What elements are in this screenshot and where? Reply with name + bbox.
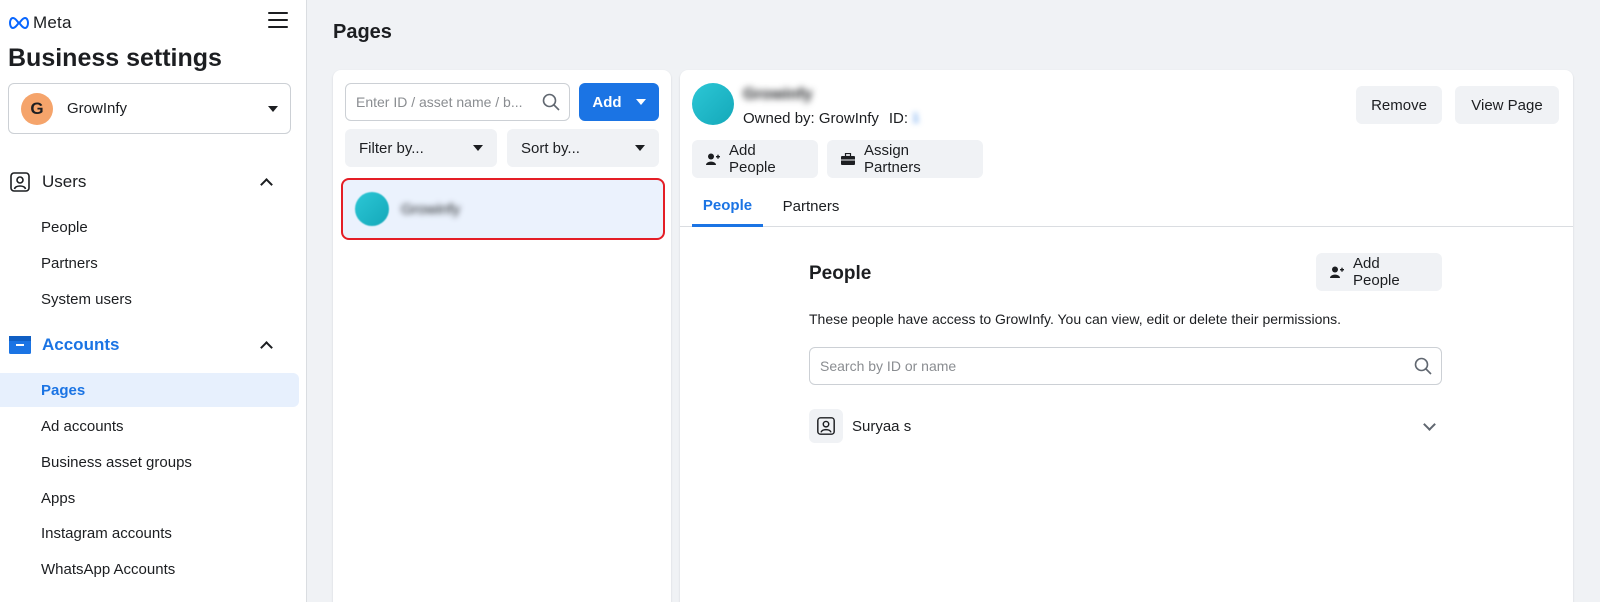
meta-wordmark: Meta	[33, 13, 72, 32]
filter-dropdown[interactable]: Filter by...	[345, 129, 497, 167]
page-avatar	[692, 83, 734, 125]
sort-dropdown[interactable]: Sort by...	[507, 129, 659, 167]
sidebar-item-apps[interactable]: Apps	[0, 481, 299, 515]
briefcase-icon	[841, 153, 855, 165]
people-search-input[interactable]	[820, 358, 1380, 374]
sidebar-item-people[interactable]: People	[0, 210, 299, 244]
menu-icon[interactable]	[268, 12, 288, 30]
owned-by-text: Owned by: GrowInfy	[743, 110, 879, 127]
caret-down-icon	[473, 145, 483, 151]
id-label: ID:	[888, 110, 909, 127]
caret-down-icon	[635, 145, 645, 151]
caret-down-icon	[635, 99, 646, 105]
section-accounts-label: Accounts	[42, 335, 120, 354]
sidebar-item-instagram-accounts[interactable]: Instagram accounts	[0, 516, 299, 550]
asset-search-input[interactable]	[356, 94, 526, 110]
sidebar-item-business-asset-groups[interactable]: Business asset groups	[0, 445, 299, 479]
add-people-section-button[interactable]: Add People	[1316, 253, 1442, 291]
sidebar-item-ad-accounts[interactable]: Ad accounts	[0, 409, 299, 443]
sidebar-item-pages[interactable]: Pages	[0, 373, 299, 407]
page-list-item-name: Growinfy	[401, 200, 461, 218]
assign-partners-button[interactable]: Assign Partners	[827, 140, 983, 178]
filter-label: Filter by...	[359, 139, 424, 157]
sidebar-item-partners[interactable]: Partners	[0, 246, 299, 280]
pages-list-panel: Add Filter by... Sort by... Growinfy	[333, 70, 671, 602]
add-button-label: Add	[592, 93, 622, 111]
meta-logo[interactable]: Meta	[8, 12, 72, 34]
page-detail-panel: Growinfy Owned by: GrowInfy ID: 1 Remove…	[680, 70, 1573, 602]
add-people-button[interactable]: Add People	[692, 140, 818, 178]
add-button[interactable]: Add	[579, 83, 659, 121]
tab-people[interactable]: People	[692, 186, 763, 227]
people-search[interactable]	[809, 347, 1442, 385]
person-name: Suryaa s	[852, 417, 912, 435]
asset-search[interactable]	[345, 83, 570, 121]
detail-header: Growinfy Owned by: GrowInfy ID: 1 Remove…	[680, 70, 1573, 227]
business-avatar: G	[21, 92, 53, 125]
people-description: These people have access to GrowInfy. Yo…	[809, 311, 1342, 327]
add-person-icon	[1330, 266, 1344, 279]
chevron-up-icon[interactable]	[260, 340, 273, 354]
user-badge-icon	[8, 170, 32, 194]
chevron-down-icon[interactable]	[1423, 417, 1436, 431]
search-icon	[542, 93, 560, 111]
page-name: Growinfy	[743, 86, 813, 103]
meta-infinity-icon	[9, 16, 29, 30]
view-page-button[interactable]: View Page	[1455, 86, 1559, 124]
caret-down-icon	[268, 105, 278, 112]
main-title: Pages	[333, 21, 392, 43]
page-list-item-selected[interactable]: Growinfy	[341, 178, 665, 240]
sidebar: Meta Business settings G GrowInfy Users …	[0, 0, 307, 602]
sidebar-item-system-users[interactable]: System users	[0, 282, 299, 316]
briefcase-icon	[8, 333, 32, 357]
remove-button[interactable]: Remove	[1356, 86, 1442, 124]
id-value: 1	[912, 110, 920, 125]
page-avatar	[355, 192, 389, 226]
add-people-section-button-label: Add People	[1353, 255, 1400, 289]
remove-button-label: Remove	[1371, 96, 1427, 114]
people-section-title: People	[809, 263, 872, 284]
business-selector[interactable]: G GrowInfy	[8, 83, 291, 134]
sidebar-item-whatsapp-accounts[interactable]: WhatsApp Accounts	[0, 552, 299, 586]
section-users[interactable]: Users	[8, 167, 291, 197]
person-list-item[interactable]: Suryaa s	[809, 408, 1442, 444]
search-icon	[1414, 357, 1432, 375]
chevron-up-icon[interactable]	[260, 177, 273, 191]
sort-label: Sort by...	[521, 139, 580, 157]
user-badge-icon	[809, 409, 843, 443]
business-name: GrowInfy	[67, 100, 128, 117]
section-accounts[interactable]: Accounts	[8, 330, 291, 360]
section-users-label: Users	[42, 172, 87, 191]
view-page-button-label: View Page	[1471, 96, 1543, 114]
assign-partners-button-label: Assign Partners	[864, 142, 921, 176]
add-people-button-label: Add People	[729, 142, 776, 176]
tab-partners[interactable]: Partners	[774, 186, 848, 227]
owner-info: Owned by: GrowInfy ID: 1	[743, 110, 919, 127]
add-person-icon	[706, 153, 720, 166]
page-heading: Business settings	[8, 44, 222, 72]
